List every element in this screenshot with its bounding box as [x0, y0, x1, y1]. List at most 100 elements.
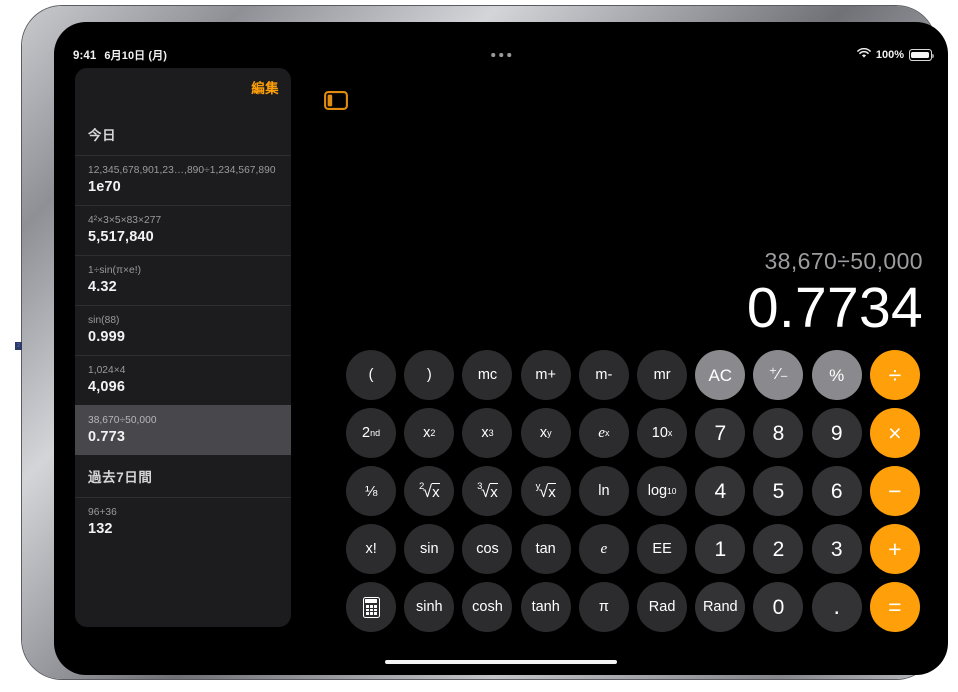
key-calculator-mode[interactable]	[346, 582, 397, 632]
key-cell: 2nd	[342, 404, 400, 462]
key-square[interactable]: x2	[404, 408, 455, 458]
key-random-number[interactable]: Rand	[695, 582, 746, 632]
key-sign-toggle[interactable]: ⁺⁄₋	[753, 350, 804, 400]
history-list-last-7-days: 96+36 132	[75, 497, 291, 547]
key-digit-8[interactable]: 8	[753, 408, 804, 458]
key-sine[interactable]: sin	[404, 524, 455, 574]
key-exp-e[interactable]: ex	[578, 408, 629, 458]
key-cell: Rand	[691, 578, 749, 636]
key-percent[interactable]: %	[811, 350, 862, 400]
key-cell: ⅛x1/x	[342, 462, 400, 520]
key-cell: 7	[691, 404, 749, 462]
key-cell: π	[575, 578, 633, 636]
history-list-today: 12,345,678,901,23…,890÷1,234,567,890 1e7…	[75, 155, 291, 455]
history-item[interactable]: sin(88) 0.999	[75, 305, 291, 355]
key-digit-0[interactable]: 0	[753, 582, 804, 632]
status-date: 6月10日 (月)	[104, 50, 168, 62]
key-cell: ex	[575, 404, 633, 462]
calculator-panel: 38,670÷50,000 0.7734 ( ) mc m+ m- mr AC …	[299, 68, 948, 632]
dot-3	[507, 53, 511, 57]
key-base: log	[647, 482, 668, 499]
key-memory-subtract[interactable]: m-	[578, 350, 629, 400]
key-cell: sin	[400, 520, 458, 578]
key-all-clear[interactable]: AC	[695, 350, 746, 400]
key-digit-4[interactable]: 4	[695, 466, 746, 516]
key-cell: 2	[749, 520, 807, 578]
annotation-marker: 2	[15, 342, 22, 350]
key-power[interactable]: xy	[520, 408, 571, 458]
key-memory-clear[interactable]: mc	[462, 350, 513, 400]
key-digit-3[interactable]: 3	[811, 524, 862, 574]
key-square-root[interactable]: 2 √ x	[404, 466, 455, 516]
history-result: 4,096	[88, 379, 126, 395]
history-item[interactable]: 4²×3×5×83×277 5,517,840	[75, 205, 291, 255]
key-digit-6[interactable]: 6	[811, 466, 862, 516]
edit-button[interactable]: 編集	[251, 77, 279, 97]
calculator-keypad: ( ) mc m+ m- mr AC ⁺⁄₋ % ÷ 2nd x2 x3 xy …	[342, 346, 924, 642]
key-tangent[interactable]: tan	[520, 524, 571, 574]
key-scientific-notation[interactable]: EE	[637, 524, 688, 574]
history-expression: 4²×3×5×83×277	[88, 215, 162, 226]
home-indicator[interactable]	[385, 659, 617, 664]
key-digit-1[interactable]: 1	[695, 524, 746, 574]
screenshot-stage: 9:41 6月10日 (月) 100% 編集 今日 12,345,678,901…	[0, 0, 958, 692]
key-equals[interactable]: =	[869, 582, 920, 632]
key-cell: 9	[808, 404, 866, 462]
key-reciprocal[interactable]: ⅛x1/x	[346, 466, 397, 516]
key-exp-ten[interactable]: 10 x	[637, 408, 688, 458]
key-hyperbolic-cosine[interactable]: cosh	[462, 582, 513, 632]
key-cell: )	[400, 346, 458, 404]
key-subtract[interactable]: −	[869, 466, 920, 516]
key-log-base-10[interactable]: log 10	[637, 466, 688, 516]
key-cube[interactable]: x3	[462, 408, 513, 458]
history-expression: sin(88)	[88, 315, 120, 326]
key-cell: m+	[517, 346, 575, 404]
key-euler-constant[interactable]: e	[578, 524, 629, 574]
key-factorial[interactable]: x!	[346, 524, 397, 574]
key-hyperbolic-sine[interactable]: sinh	[404, 582, 455, 632]
key-pi-constant[interactable]: π	[578, 582, 629, 632]
history-result: 0.773	[88, 429, 126, 445]
key-cell: 6	[808, 462, 866, 520]
key-cell: =	[866, 578, 924, 636]
key-natural-log[interactable]: ln	[578, 466, 629, 516]
key-decimal-point[interactable]: .	[811, 582, 862, 632]
history-item[interactable]: 1,024×4 4,096	[75, 355, 291, 405]
key-digit-7[interactable]: 7	[695, 408, 746, 458]
key-cell: ln	[575, 462, 633, 520]
key-cell: e	[575, 520, 633, 578]
key-digit-2[interactable]: 2	[753, 524, 804, 574]
key-digit-9[interactable]: 9	[811, 408, 862, 458]
history-item[interactable]: 96+36 132	[75, 497, 291, 547]
key-add[interactable]: +	[869, 524, 920, 574]
key-radian-mode[interactable]: Rad	[637, 582, 688, 632]
ipad-device-frame: 9:41 6月10日 (月) 100% 編集 今日 12,345,678,901…	[22, 6, 948, 679]
key-memory-add[interactable]: m+	[520, 350, 571, 400]
history-item-selected[interactable]: 38,670÷50,000 0.773	[75, 405, 291, 455]
dot-2	[499, 53, 503, 57]
key-nth-root[interactable]: y √ x	[520, 466, 571, 516]
wifi-icon	[857, 47, 871, 62]
sidebar-header: 編集	[75, 68, 291, 113]
key-hyperbolic-tangent[interactable]: tanh	[520, 582, 571, 632]
key-paren-close[interactable]: )	[404, 350, 455, 400]
key-cube-root[interactable]: 3 √ x	[462, 466, 513, 516]
key-cell	[342, 578, 400, 636]
multitask-dots-icon[interactable]	[491, 53, 511, 57]
history-item[interactable]: 1÷sin(π×e!) 4.32	[75, 255, 291, 305]
key-cell: y √ x	[517, 462, 575, 520]
key-cell: Rad	[633, 578, 691, 636]
key-digit-5[interactable]: 5	[753, 466, 804, 516]
key-memory-recall[interactable]: mr	[637, 350, 688, 400]
key-second-functions[interactable]: 2nd	[346, 408, 397, 458]
key-cell: 3 √ x	[458, 462, 516, 520]
key-cell: 5	[749, 462, 807, 520]
key-multiply[interactable]: ×	[869, 408, 920, 458]
key-cell: tanh	[517, 578, 575, 636]
history-item[interactable]: 12,345,678,901,23…,890÷1,234,567,890 1e7…	[75, 155, 291, 205]
key-base: 10	[651, 424, 668, 441]
key-divide[interactable]: ÷	[869, 350, 920, 400]
key-base: 2	[362, 424, 371, 441]
key-cosine[interactable]: cos	[462, 524, 513, 574]
key-paren-open[interactable]: (	[346, 350, 397, 400]
